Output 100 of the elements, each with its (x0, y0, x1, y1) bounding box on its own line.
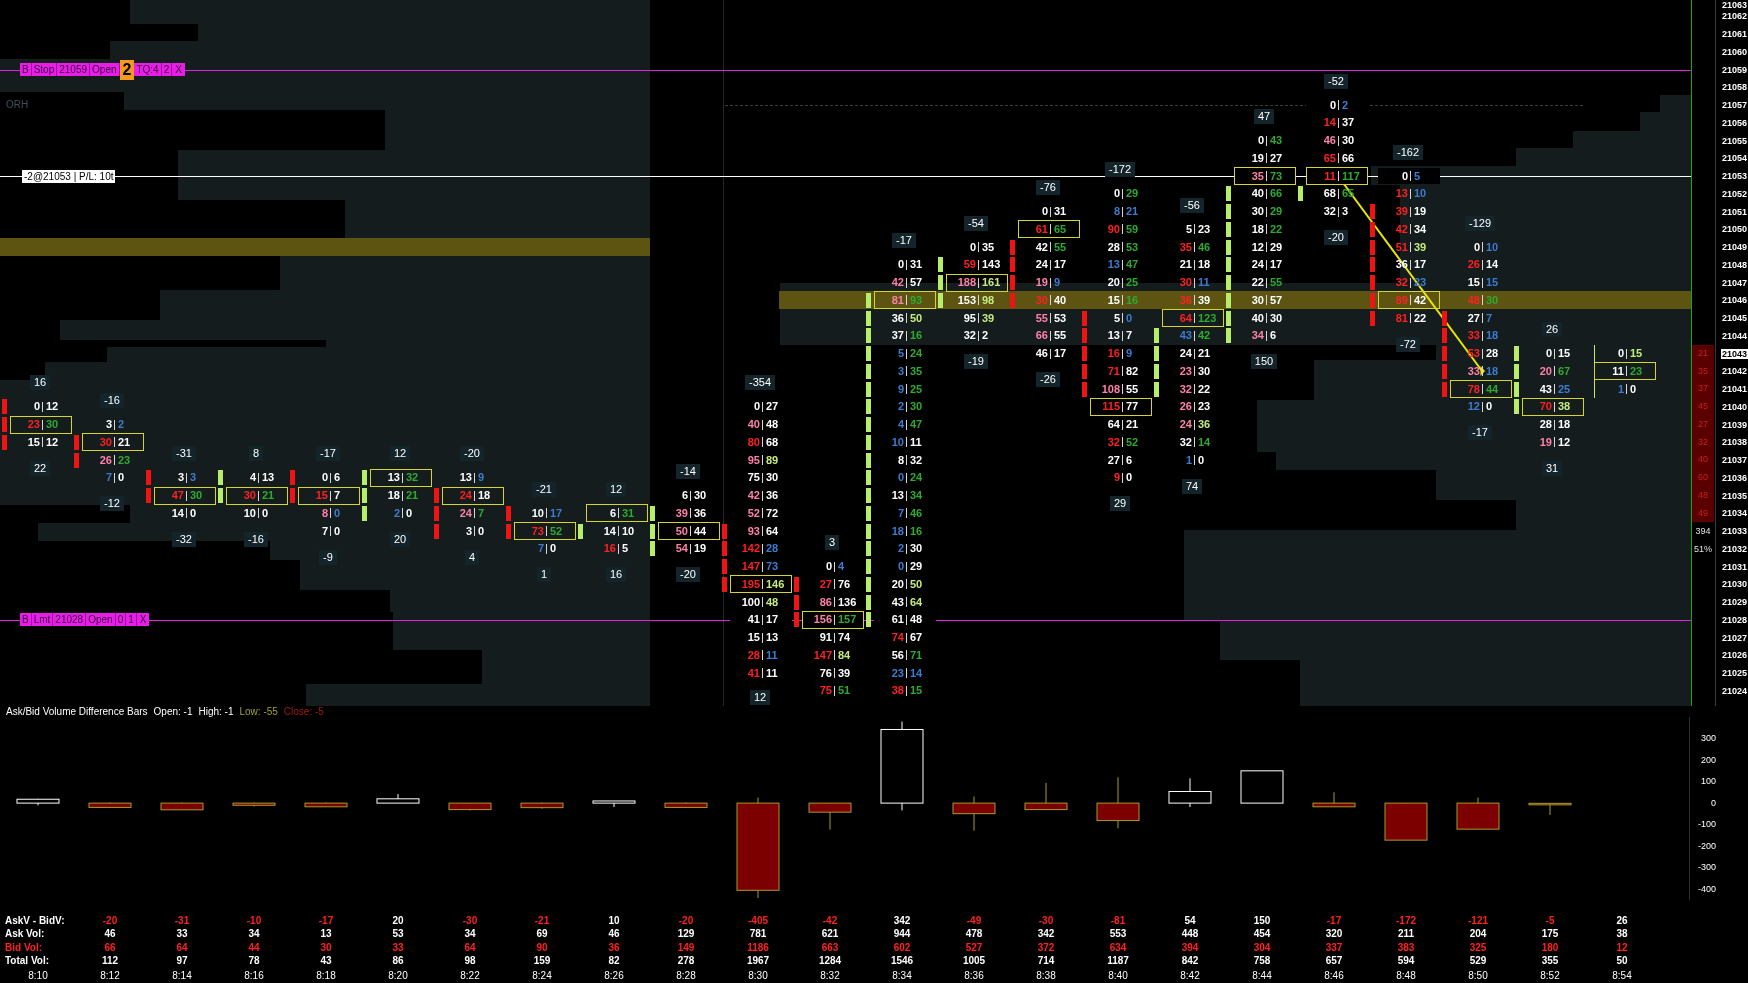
ask-volume: 6 (334, 472, 341, 484)
time-label: 8:54 (1612, 969, 1632, 982)
ask-volume: 48 (766, 596, 779, 608)
bid-volume: 68 (1323, 188, 1336, 200)
bid-volume: 35 (1179, 241, 1192, 253)
bid-volume: 22 (1251, 277, 1264, 288)
time-label: 8:28 (676, 969, 696, 982)
level-label: ORH (6, 99, 29, 111)
price-label: 21047 (1720, 277, 1748, 288)
bid-volume: 95 (963, 312, 976, 324)
stat-value: 34 (248, 928, 260, 941)
bid-volume: 26 (1179, 401, 1192, 413)
bid-volume: 64 (1179, 312, 1192, 324)
delta-label: -76 (1036, 180, 1060, 195)
stat-value: 149 (677, 941, 695, 954)
price-label: 21025 (1720, 668, 1748, 678)
bid-volume: 93 (747, 525, 760, 537)
ask-volume: 36 (694, 507, 707, 519)
ask-volume: 15 (910, 685, 923, 697)
ask-volume: 23 (118, 454, 131, 466)
time-label: 8:44 (1252, 969, 1272, 982)
volume-cell: 40 (1692, 451, 1714, 469)
ask-volume: 18 (478, 490, 491, 501)
bid-volume: 1 (1617, 383, 1624, 395)
ask-volume: 16 (910, 525, 923, 537)
ask-volume: 44 (694, 525, 707, 537)
ask-volume: 157 (838, 614, 857, 626)
stat-value: 26 (1616, 914, 1628, 927)
candle (1240, 770, 1284, 804)
bid-volume: 32 (963, 330, 976, 342)
ask-volume: 6 (1270, 330, 1277, 342)
stat-value: 150 (1253, 914, 1271, 927)
bid-volume: 14 (603, 525, 616, 537)
bid-volume: 40 (747, 419, 760, 430)
ask-volume: 0 (334, 525, 341, 537)
ask-volume: 9 (1054, 277, 1061, 288)
bid-volume: 11 (1612, 365, 1624, 377)
ask-volume: 47 (910, 419, 923, 430)
volume-cell: 35 (1692, 362, 1714, 381)
bid-volume: 0 (1545, 348, 1552, 359)
bid-volume: 51 (1395, 241, 1408, 253)
time-label: 8:48 (1396, 969, 1416, 982)
time-label: 8:36 (964, 969, 984, 982)
stat-value: 50 (1616, 955, 1628, 968)
bid-volume: 7 (105, 472, 112, 484)
ask-volume: 2 (1342, 99, 1349, 111)
ask-volume: 29 (1270, 206, 1283, 217)
ask-volume: 48 (910, 614, 923, 626)
bid-volume: 32 (1107, 436, 1120, 448)
ask-volume: 28 (766, 543, 779, 555)
ask-volume: 0 (406, 507, 413, 519)
bid-volume: 48 (1467, 294, 1480, 306)
ask-volume: 77 (1126, 401, 1139, 413)
cancel-order-button[interactable]: X (172, 63, 185, 76)
bid-volume: 13 (387, 472, 400, 484)
ask-volume: 21 (1126, 419, 1139, 430)
row-label: Total Vol: (5, 955, 50, 968)
price-label: 21038 (1720, 437, 1748, 448)
volume-summary: 51% (1694, 542, 1712, 555)
ask-volume: 23 (1198, 223, 1211, 235)
stat-value: 38 (1616, 928, 1628, 941)
ask-volume: 30 (1270, 312, 1283, 324)
bid-volume: 81 (891, 294, 904, 306)
bid-volume: 13 (1107, 330, 1120, 342)
stat-value: 69 (536, 928, 548, 941)
stat-value: 342 (1037, 928, 1055, 941)
stat-value: 13 (320, 928, 332, 941)
time-label: 8:10 (28, 969, 48, 982)
ask-volume: 40 (1054, 294, 1067, 306)
volume-cell: 21 (1692, 344, 1714, 363)
price-label: 21032 (1720, 543, 1748, 554)
time-label: 8:52 (1540, 969, 1560, 982)
bid-volume: 0 (825, 561, 832, 572)
bid-volume: 7 (537, 543, 544, 555)
stat-value: -81 (1110, 914, 1126, 927)
ask-volume: 4 (838, 561, 845, 572)
bid-volume: 32 (1179, 383, 1192, 395)
candle (1456, 796, 1500, 830)
stat-value: 159 (533, 955, 551, 968)
stat-value: 781 (749, 928, 767, 941)
bid-volume: 76 (819, 667, 832, 679)
stat-value: 204 (1469, 928, 1487, 941)
bid-volume: 0 (1329, 99, 1336, 111)
bid-volume: 43 (891, 596, 904, 608)
bid-volume: 153 (957, 294, 976, 306)
delta-label: -162 (1393, 144, 1423, 160)
bid-volume: 195 (741, 578, 760, 590)
price-label: 21049 (1720, 242, 1748, 252)
ask-volume: 67 (910, 632, 923, 643)
price-label: 21053 (1720, 171, 1748, 181)
bid-volume: 65 (1323, 152, 1336, 164)
stat-value: 1187 (1107, 955, 1129, 968)
stat-value: 714 (1037, 955, 1055, 968)
bid-volume: 23 (891, 667, 904, 679)
delta-label: -354 (745, 375, 775, 391)
bid-volume: 6 (681, 490, 688, 501)
price-label: 21043 (1720, 348, 1748, 359)
delta-label: -31 (172, 446, 196, 462)
bid-volume: 2 (897, 401, 904, 413)
bid-volume: 5 (1185, 223, 1192, 235)
